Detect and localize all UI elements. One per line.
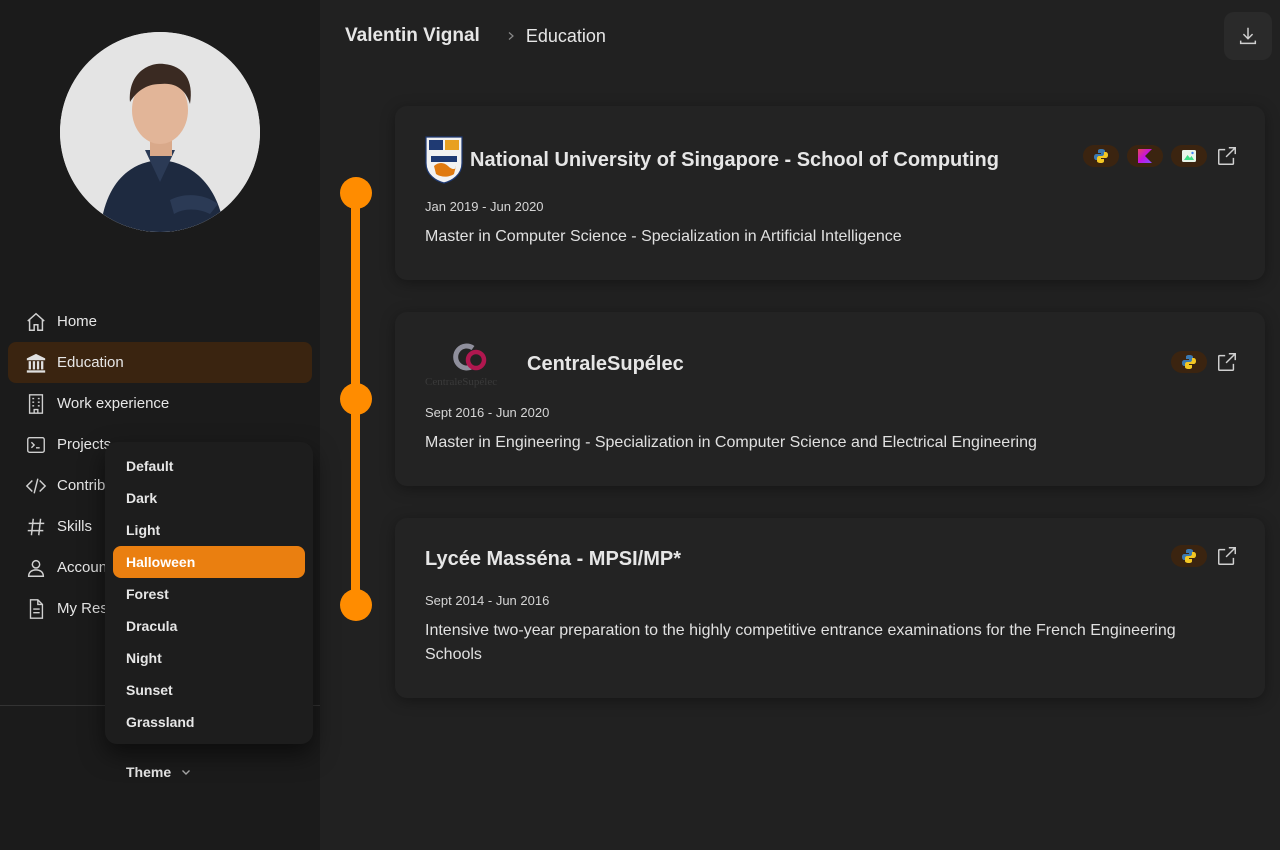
avatar — [60, 32, 260, 232]
school-name: CentraleSupélec — [527, 352, 684, 375]
open-link-button[interactable] — [1215, 350, 1239, 374]
home-icon — [25, 311, 47, 333]
university-icon — [25, 352, 47, 374]
card-title-row: CentraleSupélec CentraleSupélec — [425, 340, 684, 388]
sidebar-item-work-experience[interactable]: Work experience — [8, 383, 312, 424]
school-description: Master in Computer Science - Specializat… — [425, 228, 902, 245]
sidebar-item-label: Home — [57, 313, 98, 330]
theme-menu: Default Dark Light Halloween Forest Drac… — [105, 442, 313, 744]
android-studio-tag[interactable] — [1171, 145, 1207, 167]
nus-logo — [425, 136, 463, 184]
download-icon — [1239, 27, 1257, 45]
python-tag[interactable] — [1083, 145, 1119, 167]
user-icon — [25, 557, 47, 579]
python-tag[interactable] — [1171, 351, 1207, 373]
sidebar-item-label: Skills — [57, 518, 93, 535]
theme-option-night[interactable]: Night — [113, 642, 305, 674]
open-link-button[interactable] — [1215, 544, 1239, 568]
school-dates: Sept 2016 - Jun 2020 — [425, 405, 550, 420]
python-tag[interactable] — [1171, 545, 1207, 567]
theme-option-dark[interactable]: Dark — [113, 482, 305, 514]
skill-tags — [1171, 544, 1239, 568]
open-link-button[interactable] — [1215, 144, 1239, 168]
theme-option-light[interactable]: Light — [113, 514, 305, 546]
sidebar-item-label: Work experience — [57, 395, 170, 412]
theme-dropdown-button[interactable]: Theme — [126, 764, 192, 780]
school-name: National University of Singapore - Schoo… — [470, 148, 999, 171]
school-name: Lycée Masséna - MPSI/MP* — [425, 548, 682, 570]
education-card-lycee-massena: Lycée Masséna - MPSI/MP* Sept 2014 - Jun… — [395, 518, 1265, 698]
timeline-dot — [340, 383, 372, 415]
theme-option-forest[interactable]: Forest — [113, 578, 305, 610]
breadcrumb: Valentin Vignal Education — [345, 25, 606, 47]
chevron-down-icon — [182, 770, 191, 775]
building-icon — [25, 393, 47, 415]
theme-option-sunset[interactable]: Sunset — [113, 674, 305, 706]
breadcrumb-current-page: Education — [525, 25, 606, 46]
theme-option-default[interactable]: Default — [113, 450, 305, 482]
code-icon — [25, 475, 47, 497]
terminal-icon — [25, 434, 47, 456]
theme-option-dracula[interactable]: Dracula — [113, 610, 305, 642]
chevron-right-icon — [508, 32, 514, 40]
python-icon — [1094, 149, 1108, 163]
android-studio-icon — [1182, 150, 1196, 162]
sidebar-item-label: My Res — [57, 600, 108, 617]
sidebar-item-label: Contrib — [57, 477, 106, 494]
download-resume-button[interactable] — [1224, 12, 1272, 60]
sidebar-item-education[interactable]: Education — [8, 342, 312, 383]
school-description: Master in Engineering - Specialization i… — [425, 434, 1037, 451]
sidebar-item-label: Projects — [57, 436, 112, 453]
theme-option-halloween[interactable]: Halloween — [113, 546, 305, 578]
school-description: Intensive two-year preparation to the hi… — [425, 622, 1176, 663]
document-icon — [25, 598, 47, 620]
timeline-dot — [340, 589, 372, 621]
education-card-nus: National University of Singapore - Schoo… — [395, 106, 1265, 280]
sidebar-item-label: Accoun — [57, 559, 108, 576]
school-dates: Jan 2019 - Jun 2020 — [425, 199, 544, 214]
python-icon — [1182, 549, 1196, 563]
external-link-icon — [1218, 547, 1236, 565]
kotlin-icon — [1138, 149, 1152, 163]
logo-wordmark: CentraleSupélec — [425, 376, 498, 388]
sidebar-item-home[interactable]: Home — [8, 301, 312, 342]
card-title-row: Lycée Masséna - MPSI/MP* — [425, 548, 681, 571]
hashtag-icon — [25, 516, 47, 538]
education-card-centralesupelec: CentraleSupélec CentraleSupélec Sept 201… — [395, 312, 1265, 486]
centralesupelec-logo: CentraleSupélec — [425, 340, 519, 388]
skill-tags — [1171, 350, 1239, 374]
skill-tags — [1083, 144, 1239, 168]
kotlin-tag[interactable] — [1127, 145, 1163, 167]
external-link-icon — [1218, 147, 1236, 165]
breadcrumb-home-link[interactable]: Valentin Vignal — [345, 25, 480, 47]
external-link-icon — [1218, 353, 1236, 371]
timeline-dot — [340, 177, 372, 209]
python-icon — [1182, 355, 1196, 369]
sidebar-item-label: Education — [57, 354, 124, 371]
school-dates: Sept 2014 - Jun 2016 — [425, 593, 550, 608]
card-title-row: National University of Singapore - Schoo… — [425, 136, 999, 184]
theme-option-grassland[interactable]: Grassland — [113, 706, 305, 738]
theme-label: Theme — [126, 764, 172, 780]
